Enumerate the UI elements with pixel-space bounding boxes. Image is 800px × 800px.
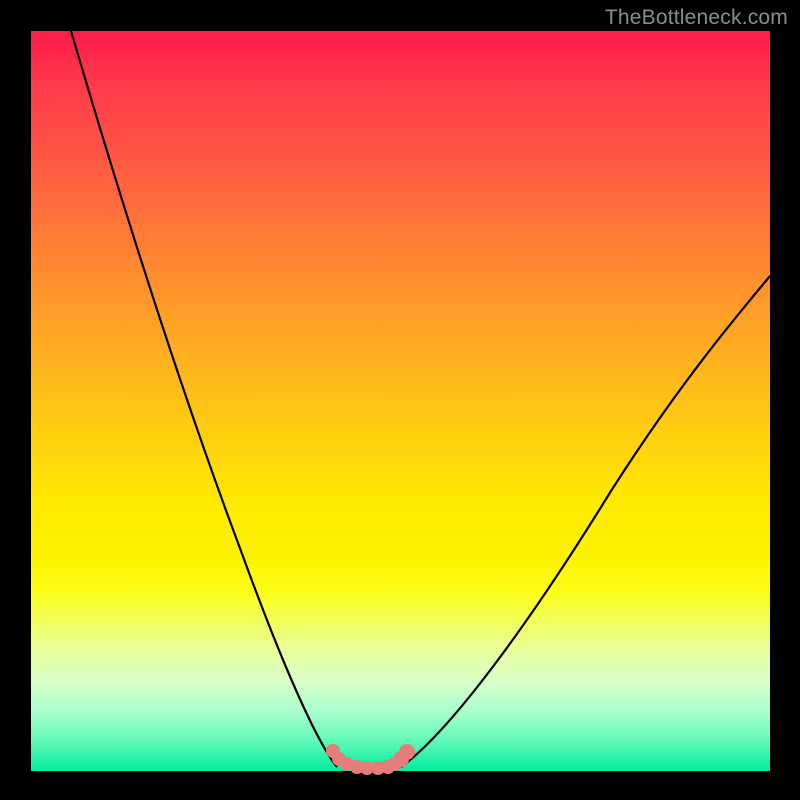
watermark-label: TheBottleneck.com [605, 6, 788, 30]
right-curve [401, 276, 770, 767]
left-curve [71, 31, 337, 767]
curve-overlay [31, 31, 770, 771]
valley-dots [326, 744, 415, 775]
chart-frame: TheBottleneck.com [0, 0, 800, 800]
